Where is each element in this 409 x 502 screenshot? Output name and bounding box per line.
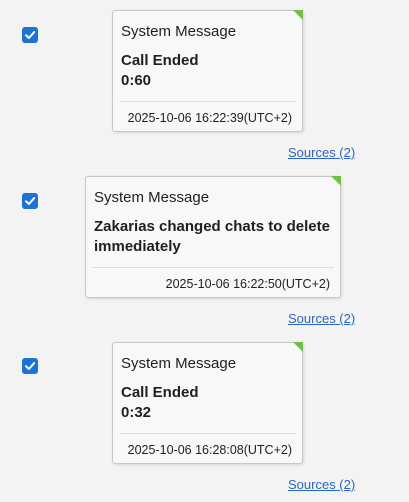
message-timestamp: 2025-10-06 16:22:50(UTC+2): [165, 277, 330, 291]
system-message-bubble: System Message Zakarias changed chats to…: [85, 176, 341, 298]
message-body-line2: 0:60: [121, 72, 152, 89]
message-select-checkbox[interactable]: [22, 193, 38, 209]
message-timestamp: 2025-10-06 16:22:39(UTC+2): [127, 111, 292, 125]
checkmark-icon: [25, 31, 36, 39]
checkmark-icon: [25, 197, 36, 205]
status-corner-tag: [293, 10, 303, 20]
status-corner-tag: [331, 176, 341, 186]
message-body-line1: Call Ended: [121, 384, 199, 401]
message-body-line2: immediately: [94, 238, 181, 255]
message-title: System Message: [121, 23, 237, 40]
sources-link[interactable]: Sources (2): [288, 145, 355, 160]
bubble-divider: [92, 267, 334, 268]
system-message-bubble: System Message Call Ended 0:60 2025-10-0…: [112, 10, 303, 132]
message-body-line1: Zakarias changed chats to delete: [94, 218, 330, 235]
system-message-bubble: System Message Call Ended 0:32 2025-10-0…: [112, 342, 303, 464]
message-title: System Message: [94, 189, 210, 206]
sources-link[interactable]: Sources (2): [288, 477, 355, 492]
message-body-line1: Call Ended: [121, 52, 199, 69]
message-title: System Message: [121, 355, 237, 372]
sources-link[interactable]: Sources (2): [288, 311, 355, 326]
message-select-checkbox[interactable]: [22, 358, 38, 374]
bubble-divider: [119, 101, 296, 102]
bubble-divider: [119, 433, 296, 434]
checkmark-icon: [25, 362, 36, 370]
message-timestamp: 2025-10-06 16:28:08(UTC+2): [127, 443, 292, 457]
message-body-line2: 0:32: [121, 404, 152, 421]
message-select-checkbox[interactable]: [22, 27, 38, 43]
status-corner-tag: [293, 342, 303, 352]
